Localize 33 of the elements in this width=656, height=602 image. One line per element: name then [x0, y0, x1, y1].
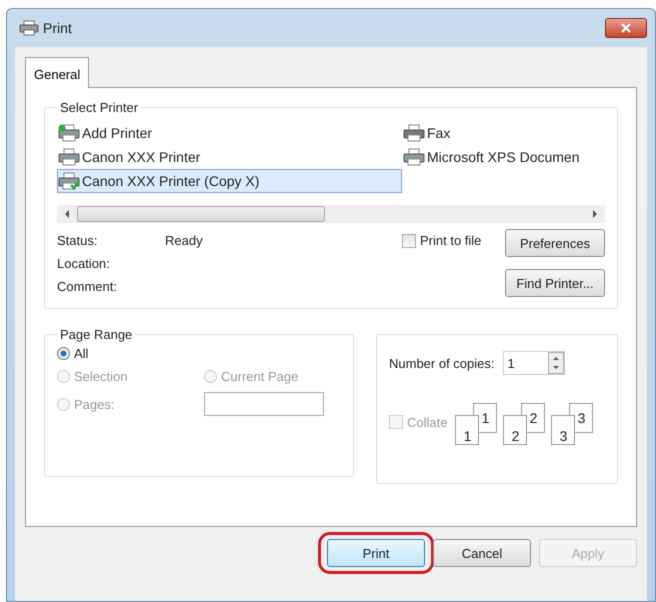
- printer-item[interactable]: Fax: [402, 121, 605, 145]
- field-label: Comment:: [57, 279, 118, 294]
- printer-icon: [403, 124, 425, 142]
- printer-icon: [58, 148, 80, 166]
- pages-field[interactable]: [204, 392, 324, 416]
- field-label: Location:: [57, 256, 111, 271]
- field-value: Ready: [165, 233, 203, 248]
- printer-icon: [19, 20, 39, 36]
- field-label: Status:: [57, 233, 98, 248]
- printer-item[interactable]: Add Printer: [57, 121, 402, 145]
- copies-label: Number of copies:: [389, 356, 494, 370]
- group-title: Page Range: [59, 327, 134, 342]
- dialog-button[interactable]: Cancel: [433, 539, 531, 567]
- printer-item[interactable]: Canon XXX Printer: [57, 145, 402, 169]
- printer-icon: [403, 148, 425, 166]
- radio-button[interactable]: All: [57, 346, 341, 361]
- printer-icon: [58, 172, 80, 190]
- dialog-button[interactable]: Find Printer...: [505, 269, 605, 297]
- dialog-button[interactable]: Preferences: [505, 229, 605, 257]
- close-button[interactable]: [605, 18, 647, 38]
- printer-item[interactable]: Microsoft XPS Documen: [402, 145, 605, 169]
- window-title: Print: [43, 20, 72, 36]
- print-to-file-checkbox[interactable]: Print to file: [402, 233, 482, 248]
- tab[interactable]: General: [25, 57, 90, 88]
- dialog-button[interactable]: Print: [327, 539, 425, 567]
- copies-spinner[interactable]: 1: [502, 351, 564, 375]
- printer-item[interactable]: Canon XXX Printer (Copy X): [57, 169, 402, 193]
- spinner-arrows-icon: [548, 352, 564, 374]
- group-title: Select Printer: [59, 100, 140, 115]
- horizontal-scrollbar[interactable]: [57, 205, 605, 223]
- close-icon: [620, 23, 632, 33]
- collate-pages-drawing: 1 1 2 2 3 3: [455, 399, 594, 445]
- printer-icon: [58, 124, 80, 142]
